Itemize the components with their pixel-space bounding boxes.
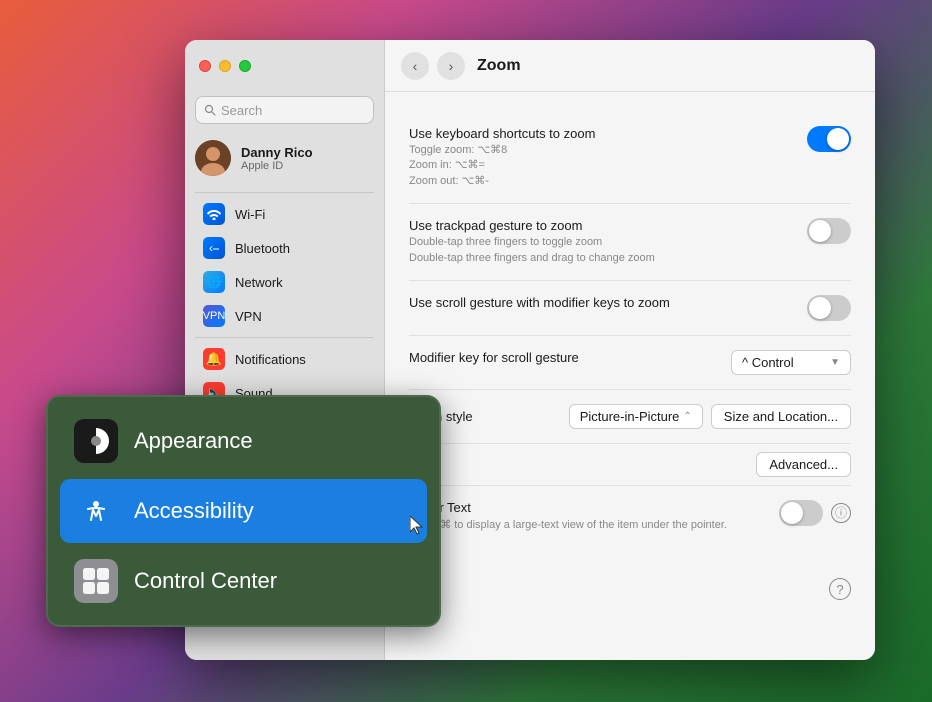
notifications-icon: 🔔 (203, 348, 225, 370)
zoom-popup: Appearance Accessibility Control Center (46, 395, 441, 627)
trackpad-gesture-toggle[interactable] (807, 218, 851, 244)
toggle-knob-2 (809, 220, 831, 242)
main-content: ‹ › Zoom Use keyboard shortcuts to zoom … (385, 40, 875, 660)
user-subtitle: Apple ID (241, 160, 313, 172)
sidebar-label-notifications: Notifications (235, 352, 306, 367)
popup-item-appearance[interactable]: Appearance (60, 409, 427, 473)
user-info: Danny Rico Apple ID (241, 145, 313, 172)
sidebar-label-bluetooth: Bluetooth (235, 241, 290, 256)
toggle-knob (827, 128, 849, 150)
titlebar (185, 40, 384, 92)
search-bar[interactable]: Search (195, 96, 374, 124)
trackpad-gesture-row: Use trackpad gesture to zoom Double-tap … (409, 204, 851, 281)
minimize-button[interactable] (219, 60, 231, 72)
network-icon: 🌐 (203, 271, 225, 293)
sidebar-item-notifications[interactable]: 🔔 Notifications (191, 343, 378, 375)
keyboard-shortcuts-toggle[interactable] (807, 126, 851, 152)
sidebar-label-wifi: Wi-Fi (235, 207, 265, 222)
content-body: Use keyboard shortcuts to zoom Toggle zo… (385, 92, 875, 660)
popup-label-accessibility: Accessibility (134, 498, 254, 524)
avatar (195, 140, 231, 176)
search-placeholder: Search (221, 103, 262, 118)
page-title: Zoom (477, 57, 521, 75)
back-button[interactable]: ‹ (401, 52, 429, 80)
scroll-gesture-row: Use scroll gesture with modifier keys to… (409, 281, 851, 336)
user-name: Danny Rico (241, 145, 313, 160)
advanced-row: Advanced... (409, 444, 851, 486)
keyboard-shortcuts-row: Use keyboard shortcuts to zoom Toggle zo… (409, 112, 851, 204)
modifier-key-label-group: Modifier key for scroll gesture (409, 350, 715, 365)
scroll-gesture-toggle[interactable] (807, 295, 851, 321)
modifier-key-row: Modifier key for scroll gesture ^ Contro… (409, 336, 851, 390)
control-center-popup-icon (74, 559, 118, 603)
popup-item-control-center[interactable]: Control Center (60, 549, 427, 613)
hover-text-label: Hover Text (409, 500, 771, 515)
scroll-gesture-label-group: Use scroll gesture with modifier keys to… (409, 295, 791, 310)
keyboard-shortcuts-label: Use keyboard shortcuts to zoom (409, 126, 791, 141)
dropdown-chevron: ▼ (830, 357, 840, 368)
help-button[interactable]: ? (829, 578, 851, 600)
hover-text-row: Hover Text Press ⌘ to display a large-te… (409, 486, 851, 545)
forward-button[interactable]: › (437, 52, 465, 80)
content-titlebar: ‹ › Zoom (385, 40, 875, 92)
sidebar-label-vpn: VPN (235, 309, 262, 324)
maximize-button[interactable] (239, 60, 251, 72)
sidebar-divider (195, 192, 374, 193)
sidebar-label-network: Network (235, 275, 283, 290)
user-profile[interactable]: Danny Rico Apple ID (185, 132, 384, 184)
keyboard-shortcuts-label-group: Use keyboard shortcuts to zoom Toggle zo… (409, 126, 791, 189)
wifi-icon (203, 203, 225, 225)
close-button[interactable] (199, 60, 211, 72)
hover-label-group: Hover Text Press ⌘ to display a large-te… (409, 500, 771, 531)
keyboard-shortcuts-sublabel: Toggle zoom: ⌥⌘8Zoom in: ⌥⌘=Zoom out: ⌥⌘… (409, 143, 791, 189)
modifier-key-dropdown[interactable]: ^ Control ▼ (731, 350, 851, 375)
trackpad-gesture-label: Use trackpad gesture to zoom (409, 218, 791, 233)
popup-item-accessibility[interactable]: Accessibility (60, 479, 427, 543)
hover-controls: ⓘ (779, 500, 851, 526)
sidebar-item-network[interactable]: 🌐 Network (191, 266, 378, 298)
sidebar-divider-2 (195, 337, 374, 338)
vpn-icon: VPN (203, 305, 225, 327)
scroll-gesture-label: Use scroll gesture with modifier keys to… (409, 295, 791, 310)
size-location-button[interactable]: Size and Location... (711, 404, 851, 429)
modifier-key-value: ^ Control (742, 355, 794, 370)
hover-text-toggle[interactable] (779, 500, 823, 526)
search-icon (204, 104, 216, 116)
sidebar-item-bluetooth[interactable]: ‹⎯ Bluetooth (191, 232, 378, 264)
segmented-arrows: ⌃ (683, 411, 691, 422)
scroll-gesture-control (807, 295, 851, 321)
advanced-button[interactable]: Advanced... (756, 452, 851, 477)
toggle-knob-4 (781, 502, 803, 524)
trackpad-gesture-sublabel: Double-tap three fingers to toggle zoomD… (409, 235, 791, 266)
popup-label-appearance: Appearance (134, 428, 253, 454)
zoom-style-segmented[interactable]: Picture-in-Picture ⌃ (569, 404, 703, 429)
bluetooth-icon: ‹⎯ (203, 237, 225, 259)
hover-text-sublabel: Press ⌘ to display a large-text view of … (409, 518, 771, 531)
accessibility-popup-icon (74, 489, 118, 533)
zoom-style-row: Zoom style Picture-in-Picture ⌃ Size and… (409, 390, 851, 444)
popup-label-control-center: Control Center (134, 568, 277, 594)
sidebar-item-vpn[interactable]: VPN VPN (191, 300, 378, 332)
appearance-popup-icon (74, 419, 118, 463)
modifier-key-label: Modifier key for scroll gesture (409, 350, 715, 365)
zoom-style-controls: Picture-in-Picture ⌃ Size and Location..… (569, 404, 851, 429)
info-button[interactable]: ⓘ (831, 503, 851, 523)
toggle-knob-3 (809, 297, 831, 319)
zoom-style-value: Picture-in-Picture (580, 409, 680, 424)
trackpad-gesture-control (807, 218, 851, 244)
keyboard-shortcuts-control (807, 126, 851, 152)
trackpad-gesture-label-group: Use trackpad gesture to zoom Double-tap … (409, 218, 791, 266)
modifier-key-control: ^ Control ▼ (731, 350, 851, 375)
sidebar-item-wifi[interactable]: Wi-Fi (191, 198, 378, 230)
